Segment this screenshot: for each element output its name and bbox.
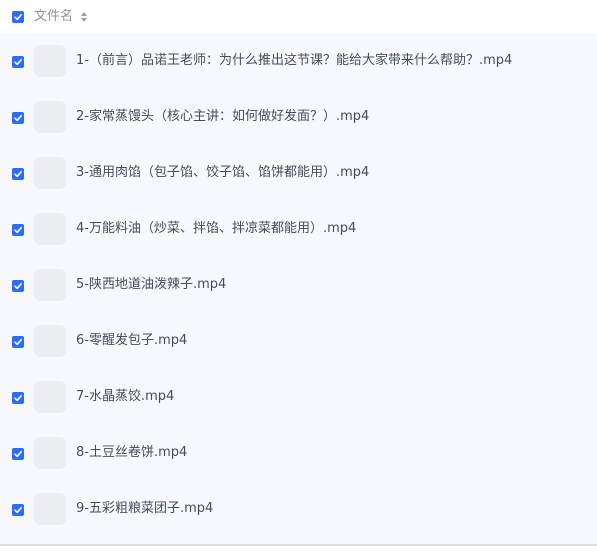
file-row[interactable]: 8-土豆丝卷饼.mp4	[0, 426, 597, 482]
file-name[interactable]: 9-五彩粗粮菜团子.mp4	[76, 501, 213, 517]
video-thumbnail-icon[interactable]	[34, 45, 66, 77]
file-checkbox[interactable]	[12, 336, 24, 348]
file-checkbox[interactable]	[12, 56, 24, 68]
file-checkbox[interactable]	[12, 280, 24, 292]
checkmark-icon	[14, 339, 22, 346]
file-row[interactable]: 5-陕西地道油泼辣子.mp4	[0, 258, 597, 314]
list-header: 文件名	[0, 0, 597, 34]
video-thumbnail-icon[interactable]	[34, 269, 66, 301]
video-thumbnail-icon[interactable]	[34, 213, 66, 245]
file-row[interactable]: 7-水晶蒸饺.mp4	[0, 370, 597, 426]
file-name[interactable]: 3-通用肉馅（包子馅、饺子馅、馅饼都能用）.mp4	[76, 165, 369, 181]
file-name[interactable]: 4-万能料油（炒菜、拌馅、拌凉菜都能用）.mp4	[76, 221, 356, 237]
file-checkbox[interactable]	[12, 112, 24, 124]
file-checkbox[interactable]	[12, 448, 24, 460]
file-row[interactable]: 3-通用肉馅（包子馅、饺子馅、馅饼都能用）.mp4	[0, 146, 597, 202]
video-thumbnail-icon[interactable]	[34, 325, 66, 357]
checkmark-icon	[14, 171, 22, 178]
file-name[interactable]: 7-水晶蒸饺.mp4	[76, 389, 174, 405]
file-name[interactable]: 1-（前言）品诺王老师：为什么推出这节课？能给大家带来什么帮助？.mp4	[76, 53, 512, 69]
file-name[interactable]: 5-陕西地道油泼辣子.mp4	[76, 277, 226, 293]
video-thumbnail-icon[interactable]	[34, 101, 66, 133]
video-thumbnail-icon[interactable]	[34, 381, 66, 413]
video-thumbnail-icon[interactable]	[34, 157, 66, 189]
filename-column-header[interactable]: 文件名	[34, 9, 73, 25]
checkmark-icon	[14, 283, 22, 290]
file-checkbox[interactable]	[12, 224, 24, 236]
file-checkbox[interactable]	[12, 168, 24, 180]
file-rows: 1-（前言）品诺王老师：为什么推出这节课？能给大家带来什么帮助？.mp4 2-家常…	[0, 34, 597, 544]
file-row[interactable]: 2-家常蒸馒头（核心主讲：如何做好发面？）.mp4	[0, 90, 597, 146]
checkmark-icon	[14, 507, 22, 514]
video-thumbnail-icon[interactable]	[34, 493, 66, 525]
file-checkbox[interactable]	[12, 504, 24, 516]
file-name[interactable]: 6-零醒发包子.mp4	[76, 333, 187, 349]
file-checkbox[interactable]	[12, 392, 24, 404]
checkmark-icon	[14, 451, 22, 458]
file-list: 文件名 1-（前言）品诺王老师：为什么推出这节课？能给大家带来什么帮助？.mp4…	[0, 0, 597, 558]
checkmark-icon	[14, 14, 22, 21]
file-row[interactable]: 6-零醒发包子.mp4	[0, 314, 597, 370]
file-row[interactable]: 4-万能料油（炒菜、拌馅、拌凉菜都能用）.mp4	[0, 202, 597, 258]
file-row[interactable]: 9-五彩粗粮菜团子.mp4	[0, 482, 597, 538]
checkmark-icon	[14, 59, 22, 66]
file-row[interactable]: 1-（前言）品诺王老师：为什么推出这节课？能给大家带来什么帮助？.mp4	[0, 34, 597, 90]
file-name[interactable]: 8-土豆丝卷饼.mp4	[76, 445, 187, 461]
divider	[0, 544, 597, 546]
select-all-checkbox[interactable]	[12, 11, 24, 23]
file-name[interactable]: 2-家常蒸馒头（核心主讲：如何做好发面？）.mp4	[76, 109, 369, 125]
sort-icon[interactable]	[80, 11, 88, 23]
video-thumbnail-icon[interactable]	[34, 437, 66, 469]
checkmark-icon	[14, 395, 22, 402]
checkmark-icon	[14, 227, 22, 234]
checkmark-icon	[14, 115, 22, 122]
